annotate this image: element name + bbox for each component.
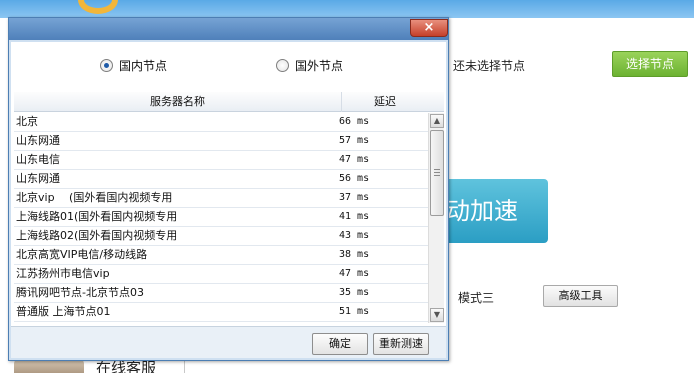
radio-foreign-nodes[interactable]: 国外节点 bbox=[276, 56, 343, 74]
app-logo-icon bbox=[78, 0, 118, 14]
server-name: 山东网通 bbox=[16, 172, 60, 185]
server-row[interactable]: 上海线路01(国外看国内视频专用 41 ms bbox=[14, 208, 444, 227]
scroll-down-icon[interactable]: ▼ bbox=[430, 308, 444, 322]
server-row[interactable]: 腾讯网吧节点-北京节点03 35 ms bbox=[14, 284, 444, 303]
server-latency: 35 ms bbox=[339, 287, 370, 298]
server-latency: 47 ms bbox=[339, 268, 370, 279]
server-row[interactable]: 山东电信 47 ms bbox=[14, 151, 444, 170]
server-list: 北京 66 ms 山东网通 57 ms 山东电信 47 ms 山东网通 56 ms 北京vip … bbox=[14, 113, 444, 323]
server-latency: 51 ms bbox=[339, 306, 370, 317]
server-row[interactable]: 普通版 上海节点01 51 ms bbox=[14, 303, 444, 322]
retest-speed-button[interactable]: 重新测速 bbox=[373, 333, 429, 355]
server-latency: 38 ms bbox=[339, 249, 370, 260]
node-select-dialog: × 国内节点 国外节点 服务器名称 延迟 北京 66 ms 山东网通 57 ms 山东电… bbox=[8, 17, 449, 361]
server-name: 上海线路01(国外看国内视频专用 bbox=[16, 210, 178, 223]
server-latency: 37 ms bbox=[339, 192, 370, 203]
radio-checked-icon[interactable] bbox=[100, 58, 113, 72]
server-name: 腾讯网吧节点-北京节点03 bbox=[16, 286, 144, 299]
radio-foreign-label: 国外节点 bbox=[295, 58, 344, 73]
server-row[interactable]: 北京vip (国外看国内视频专用 37 ms bbox=[14, 189, 444, 208]
server-latency: 66 ms bbox=[339, 116, 370, 127]
column-header-server-name[interactable]: 服务器名称 bbox=[14, 92, 342, 112]
server-latency: 56 ms bbox=[339, 173, 370, 184]
region-radio-group: 国内节点 国外节点 bbox=[11, 56, 446, 74]
dialog-title-bar[interactable]: × bbox=[9, 18, 448, 40]
server-name: 北京 bbox=[16, 115, 38, 128]
close-icon[interactable]: × bbox=[410, 19, 448, 37]
scrollbar-thumb[interactable] bbox=[430, 130, 444, 216]
server-latency: 47 ms bbox=[339, 154, 370, 165]
server-row[interactable]: 山东网通 56 ms bbox=[14, 170, 444, 189]
grip-line bbox=[434, 172, 440, 173]
advanced-tools-button[interactable]: 高级工具 bbox=[543, 285, 618, 307]
server-table-header: 服务器名称 延迟 bbox=[14, 92, 444, 112]
server-name: 上海线路02(国外看国内视频专用 bbox=[16, 229, 178, 242]
server-row[interactable]: 山东网通 57 ms bbox=[14, 132, 444, 151]
grip-line bbox=[434, 169, 440, 170]
server-latency: 57 ms bbox=[339, 135, 370, 146]
radio-domestic-label: 国内节点 bbox=[119, 58, 168, 73]
server-name: 北京vip (国外看国内视频专用 bbox=[16, 191, 173, 204]
server-row[interactable]: 江苏扬州市电信vip 47 ms bbox=[14, 265, 444, 284]
server-name: 普通版 上海节点01 bbox=[16, 305, 111, 318]
dialog-body: 国内节点 国外节点 服务器名称 延迟 北京 66 ms 山东网通 57 ms 山东电信 4… bbox=[11, 42, 446, 358]
radio-domestic-nodes[interactable]: 国内节点 bbox=[100, 56, 167, 74]
server-latency: 43 ms bbox=[339, 230, 370, 241]
server-row[interactable]: 上海线路02(国外看国内视频专用 43 ms bbox=[14, 227, 444, 246]
vertical-scrollbar[interactable]: ▲ ▼ bbox=[428, 113, 444, 323]
server-row[interactable]: 北京高宽VIP电信/移动线路 38 ms bbox=[14, 246, 444, 265]
ok-button[interactable]: 确定 bbox=[312, 333, 368, 355]
radio-unchecked-icon[interactable] bbox=[276, 58, 289, 72]
scroll-up-icon[interactable]: ▲ bbox=[430, 114, 444, 128]
server-name: 山东电信 bbox=[16, 153, 60, 166]
app-top-bar bbox=[0, 0, 694, 18]
node-status-text: 还未选择节点 bbox=[453, 59, 526, 73]
grip-line bbox=[434, 175, 440, 176]
mode-label: 模式三 bbox=[458, 291, 495, 305]
select-node-button[interactable]: 选择节点 bbox=[612, 51, 688, 77]
server-name: 江苏扬州市电信vip bbox=[16, 267, 110, 280]
dialog-footer: 确定 重新测速 bbox=[11, 326, 446, 358]
column-header-latency[interactable]: 延迟 bbox=[342, 92, 428, 112]
server-row[interactable]: 北京 66 ms bbox=[14, 113, 444, 132]
server-latency: 41 ms bbox=[339, 211, 370, 222]
server-rows: 北京 66 ms 山东网通 57 ms 山东电信 47 ms 山东网通 56 ms 北京vip … bbox=[14, 113, 444, 322]
server-name: 北京高宽VIP电信/移动线路 bbox=[16, 248, 148, 261]
server-name: 山东网通 bbox=[16, 134, 60, 147]
